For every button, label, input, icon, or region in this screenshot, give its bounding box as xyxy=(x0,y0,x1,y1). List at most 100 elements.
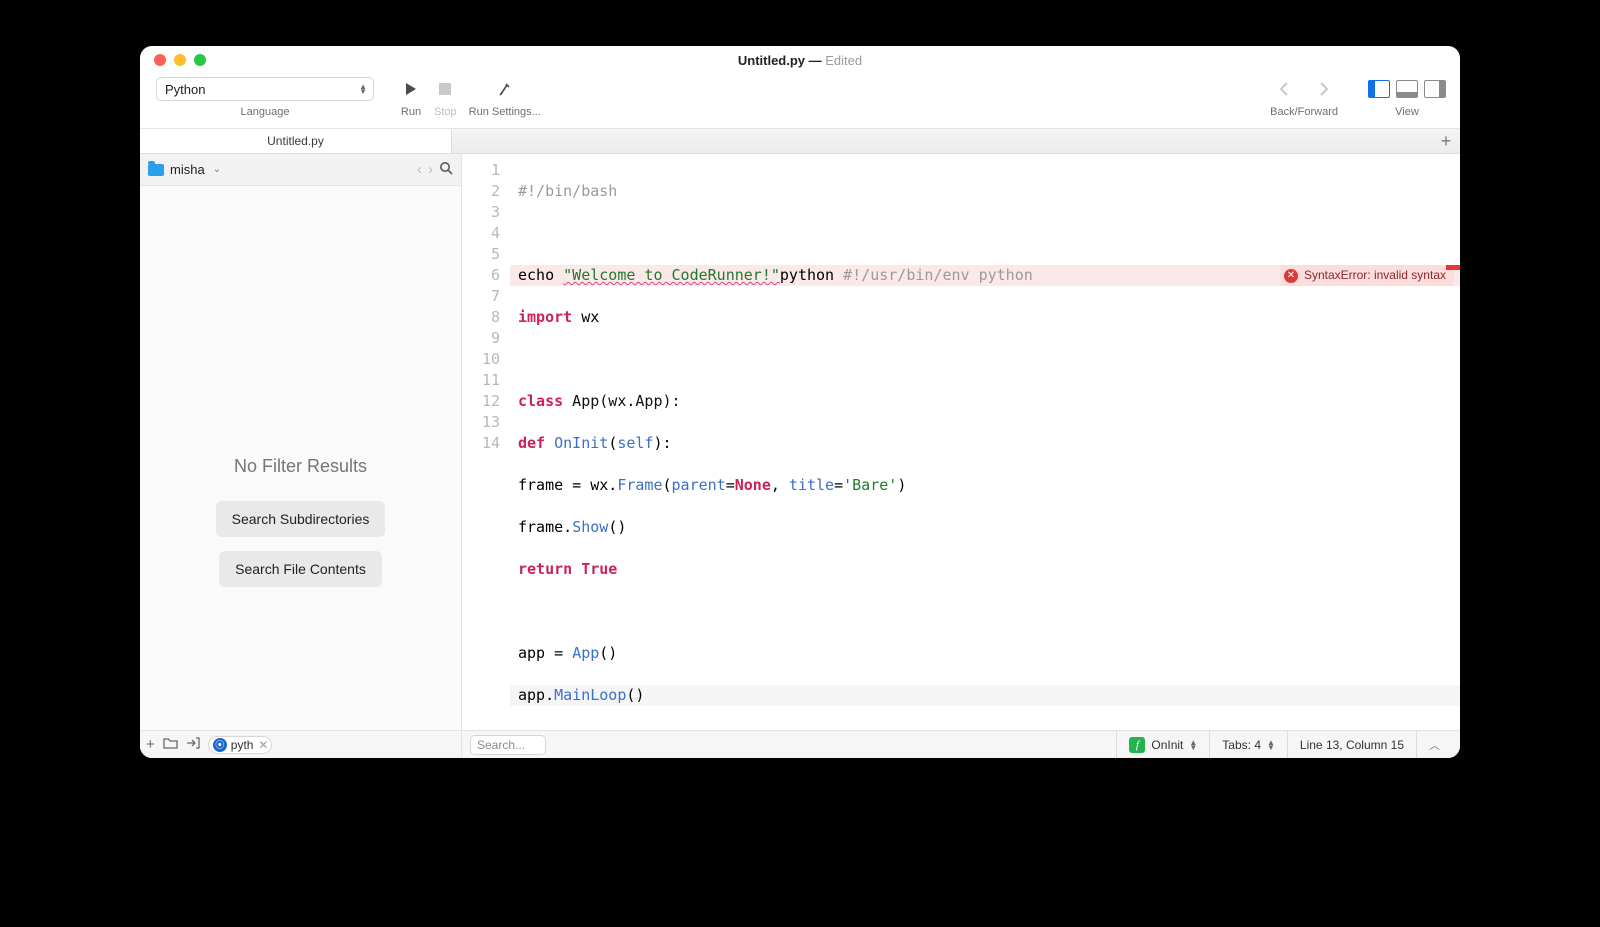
code-token: True xyxy=(581,560,617,578)
code-token: Frame xyxy=(617,476,662,494)
window-controls xyxy=(154,54,206,66)
code-token xyxy=(545,434,554,452)
code-token: ): xyxy=(653,434,671,452)
code-token: #!/usr/bin/env python xyxy=(843,266,1033,284)
error-marker xyxy=(1446,265,1460,270)
code-token: ( xyxy=(663,476,672,494)
view-bottom-panel-button[interactable] xyxy=(1396,80,1418,98)
updown-icon: ▲▼ xyxy=(1189,740,1197,750)
error-badge[interactable]: ✕ SyntaxError: invalid syntax xyxy=(1280,265,1454,286)
cursor-position: Line 13, Column 15 xyxy=(1287,731,1416,758)
cursor-position-text: Line 13, Column 15 xyxy=(1300,738,1404,752)
toolbar: Python ▲▼ Language Run Stop xyxy=(140,74,1460,128)
code-token xyxy=(572,560,581,578)
code-token: ) xyxy=(897,476,906,494)
code-area[interactable]: 1234567891011121314 #!/bin/bash echo "We… xyxy=(462,154,1460,730)
code-token: class xyxy=(518,392,563,410)
search-file-contents-button[interactable]: Search File Contents xyxy=(219,551,382,587)
code-lines[interactable]: #!/bin/bash echo "Welcome to CodeRunner!… xyxy=(510,154,1460,730)
language-selector[interactable]: Python ▲▼ xyxy=(156,77,374,101)
view-group: View xyxy=(1362,74,1450,118)
minimize-button[interactable] xyxy=(174,54,186,66)
code-token: () xyxy=(608,518,626,536)
function-name: OnInit xyxy=(1151,738,1183,752)
chevron-down-icon[interactable]: ⌄ xyxy=(213,164,221,175)
code-token: app = xyxy=(518,644,572,662)
nav-label: Back/Forward xyxy=(1270,106,1338,118)
run-settings-label: Run Settings... xyxy=(469,106,541,118)
sidebar-forward-icon[interactable]: › xyxy=(428,161,433,178)
code-token: None xyxy=(735,476,771,494)
code-token: "Welcome to CodeRunner!" xyxy=(563,266,780,284)
line-number: 5 xyxy=(462,244,500,265)
line-number: 10 xyxy=(462,349,500,370)
run-button[interactable] xyxy=(400,78,422,100)
tabbar: Untitled.py + xyxy=(140,128,1460,154)
line-number: 11 xyxy=(462,370,500,391)
line-number: 12 xyxy=(462,391,500,412)
code-token: wx xyxy=(572,308,599,326)
line-number: 8 xyxy=(462,307,500,328)
close-button[interactable] xyxy=(154,54,166,66)
function-icon: f xyxy=(1129,737,1145,753)
error-icon: ✕ xyxy=(1284,269,1298,283)
search-field[interactable]: Search... xyxy=(470,735,546,755)
code-token: = xyxy=(834,476,843,494)
import-icon[interactable] xyxy=(186,736,200,754)
line-number: 4 xyxy=(462,223,500,244)
view-right-panel-button[interactable] xyxy=(1424,80,1446,98)
search-placeholder: Search... xyxy=(477,738,525,752)
view-segmented xyxy=(1368,80,1446,98)
filter-chip-icon: ⦿ xyxy=(213,738,227,752)
code-token: title xyxy=(789,476,834,494)
line-number: 3 xyxy=(462,202,500,223)
code-token: echo xyxy=(518,266,563,284)
error-text: SyntaxError: invalid syntax xyxy=(1304,265,1446,286)
body: misha ⌄ ‹ › No Filter Results Search Sub… xyxy=(140,154,1460,758)
run-label: Run xyxy=(401,106,421,118)
code-token: #!/bin/bash xyxy=(518,182,617,200)
add-icon[interactable]: + xyxy=(146,736,155,753)
code-token: frame. xyxy=(518,518,572,536)
filter-chip[interactable]: ⦿ pyth ✕ xyxy=(208,736,273,754)
editor: 1234567891011121314 #!/bin/bash echo "We… xyxy=(462,154,1460,758)
window-title: Untitled.py — Edited xyxy=(140,53,1460,68)
code-token: ( xyxy=(608,434,617,452)
code-token: return xyxy=(518,560,572,578)
collapse-button[interactable]: ︿ xyxy=(1416,731,1452,758)
code-token: Show xyxy=(572,518,608,536)
tabs-selector[interactable]: Tabs: 4 ▲▼ xyxy=(1209,731,1287,758)
tab-label: Untitled.py xyxy=(267,134,324,148)
line-number: 7 xyxy=(462,286,500,307)
sidebar-back-icon[interactable]: ‹ xyxy=(417,161,422,178)
tab-untitled[interactable]: Untitled.py xyxy=(140,129,452,153)
back-button[interactable] xyxy=(1273,78,1295,100)
code-token: , xyxy=(771,476,789,494)
clear-filter-icon[interactable]: ✕ xyxy=(258,738,268,752)
new-tab-button[interactable]: + xyxy=(1432,129,1460,153)
forward-button[interactable] xyxy=(1313,78,1335,100)
sidebar-footer: + ⦿ pyth ✕ xyxy=(140,730,461,758)
sidebar-folder-name[interactable]: misha xyxy=(170,162,205,177)
new-folder-icon[interactable] xyxy=(163,736,178,753)
stop-label: Stop xyxy=(434,106,457,118)
line-number: 2 xyxy=(462,181,500,202)
title-sep: — xyxy=(805,53,825,68)
run-settings-button[interactable] xyxy=(494,78,516,100)
language-value: Python xyxy=(165,82,205,97)
line-number: 1 xyxy=(462,160,500,181)
code-token: = xyxy=(726,476,735,494)
folder-icon xyxy=(148,164,164,176)
chevron-up-icon: ︿ xyxy=(1429,737,1440,753)
code-token: App xyxy=(572,644,599,662)
search-icon[interactable] xyxy=(439,161,453,178)
zoom-button[interactable] xyxy=(194,54,206,66)
search-subdirectories-button[interactable]: Search Subdirectories xyxy=(216,501,386,537)
run-settings-group: Run Settings... xyxy=(463,74,547,118)
run-group: Run xyxy=(394,74,428,118)
title-filename: Untitled.py xyxy=(738,53,805,68)
statusbar: Search... f OnInit ▲▼ Tabs: 4 ▲▼ Line 13… xyxy=(462,730,1460,758)
function-selector[interactable]: f OnInit ▲▼ xyxy=(1116,731,1209,758)
stop-button[interactable] xyxy=(434,78,456,100)
view-left-panel-button[interactable] xyxy=(1368,80,1390,98)
